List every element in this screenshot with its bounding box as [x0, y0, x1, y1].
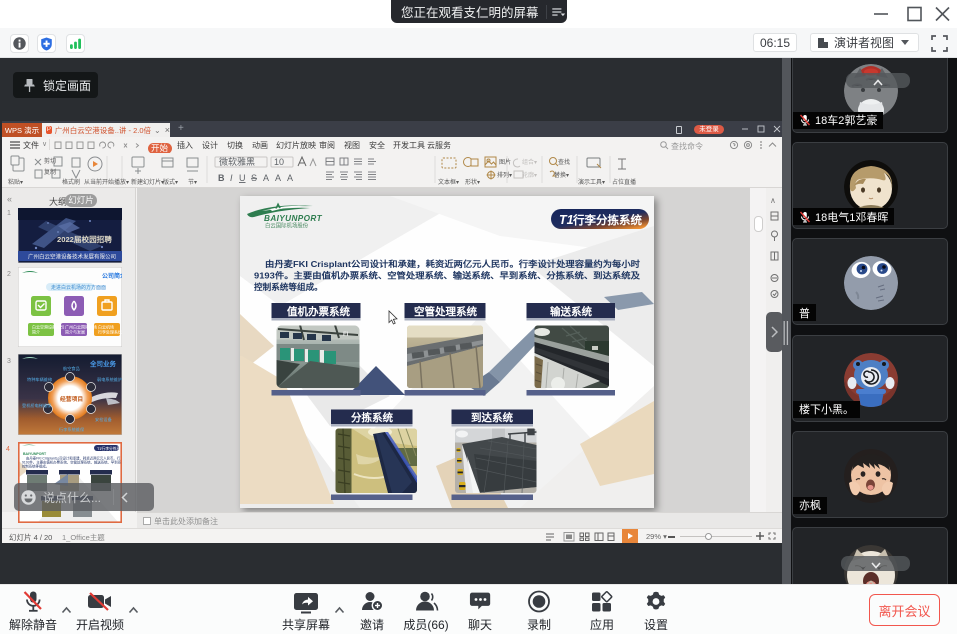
svg-text:行李处理系统简介: 行李处理系统简介: [98, 329, 122, 335]
svg-text:替换▾: 替换▾: [554, 171, 569, 179]
svg-text:版式▾: 版式▾: [163, 178, 178, 186]
svg-text:文本框▾: 文本框▾: [438, 178, 459, 186]
svg-text:I: I: [230, 173, 233, 183]
svg-text:弱电系统维护: 弱电系统维护: [97, 376, 122, 383]
svg-text:形状▾: 形状▾: [465, 178, 480, 186]
svg-text:简介: 简介: [32, 329, 40, 335]
svg-text:粘贴▾: 粘贴▾: [8, 178, 23, 186]
svg-text:B: B: [218, 173, 225, 183]
svg-text:白云国际机场股份: 白云国际机场股份: [265, 222, 309, 230]
svg-text:从当前开始播放▾: 从当前开始播放▾: [84, 178, 129, 186]
svg-text:简介与发展: 简介与发展: [65, 329, 85, 335]
svg-text:A: A: [263, 173, 269, 183]
svg-text:走进白云机场的方方面面: 走进白云机场的方方面面: [51, 284, 106, 291]
svg-text:占位直播: 占位直播: [612, 178, 636, 186]
svg-text:全司业务: 全司业务: [89, 359, 117, 368]
svg-text:复制: 复制: [44, 168, 56, 176]
svg-text:航空食品: 航空食品: [63, 365, 80, 372]
svg-text:到达系统: 到达系统: [471, 411, 513, 424]
svg-text:查找: 查找: [558, 158, 570, 166]
svg-text:微软雅黑: 微软雅黑: [219, 156, 255, 167]
svg-text:10: 10: [274, 157, 284, 167]
svg-text:行李分拣系统: 行李分拣系统: [572, 213, 642, 227]
svg-text:控制系统等组成。: 控制系统等组成。: [254, 281, 323, 292]
svg-text:节▾: 节▾: [188, 178, 197, 186]
svg-text:演示工具▾: 演示工具▾: [578, 178, 605, 186]
svg-text:值机办票系统: 值机办票系统: [287, 305, 350, 318]
svg-text:新建幻灯片▾: 新建幻灯片▾: [131, 178, 164, 186]
svg-text:空管处理系统: 空管处理系统: [414, 305, 477, 318]
svg-text:公司简介: 公司简介: [102, 272, 122, 280]
svg-text:BAIYUNPORT: BAIYUNPORT: [264, 214, 323, 223]
svg-text:图片: 图片: [499, 158, 511, 166]
svg-text:控制系统等组成。: 控制系统等组成。: [22, 464, 49, 469]
svg-text:特种车辆维修: 特种车辆维修: [27, 376, 53, 383]
svg-text:T1: T1: [559, 213, 574, 227]
svg-text:行李系统维保: 行李系统维保: [59, 426, 85, 433]
svg-text:组合▾: 组合▾: [522, 158, 537, 166]
svg-text:T1行李分拣系统: T1行李分拣系统: [97, 446, 122, 451]
svg-text:U: U: [239, 173, 246, 183]
svg-text:格式刷: 格式刷: [62, 178, 80, 186]
svg-text:FI: FI: [343, 332, 349, 338]
svg-text:经营项目: 经营项目: [60, 395, 83, 403]
svg-text:安检设备: 安检设备: [95, 416, 113, 423]
svg-text:A: A: [275, 173, 281, 183]
svg-text:输送系统: 输送系统: [550, 305, 592, 318]
svg-text:9193件。主要由值机办票系统、空管处理系统、输送系统、早到: 9193件。主要由值机办票系统、空管处理系统、输送系统、早到系统、分拣系统、到达…: [254, 270, 640, 281]
svg-text:S: S: [251, 173, 257, 183]
svg-text:剪切: 剪切: [44, 157, 56, 165]
svg-text:由丹麦FKI Crisplant公司设计和承建，耗资近两亿元: 由丹麦FKI Crisplant公司设计和承建，耗资近两亿元人民币。行李设计处理…: [265, 258, 640, 269]
svg-text:广州白云空港设备技术发展有限公司: 广州白云空港设备技术发展有限公司: [28, 253, 116, 261]
svg-text:2022届校园招聘: 2022届校园招聘: [57, 234, 112, 244]
svg-text:BAIYUNPORT: BAIYUNPORT: [23, 452, 47, 456]
svg-text:A: A: [287, 173, 293, 183]
svg-text:排列▾: 排列▾: [497, 171, 512, 179]
svg-text:轮廓▾: 轮廓▾: [522, 171, 537, 179]
svg-text:登机桥电梯维保: 登机桥电梯维保: [22, 402, 52, 409]
svg-text:分拣系统: 分拣系统: [351, 411, 393, 424]
